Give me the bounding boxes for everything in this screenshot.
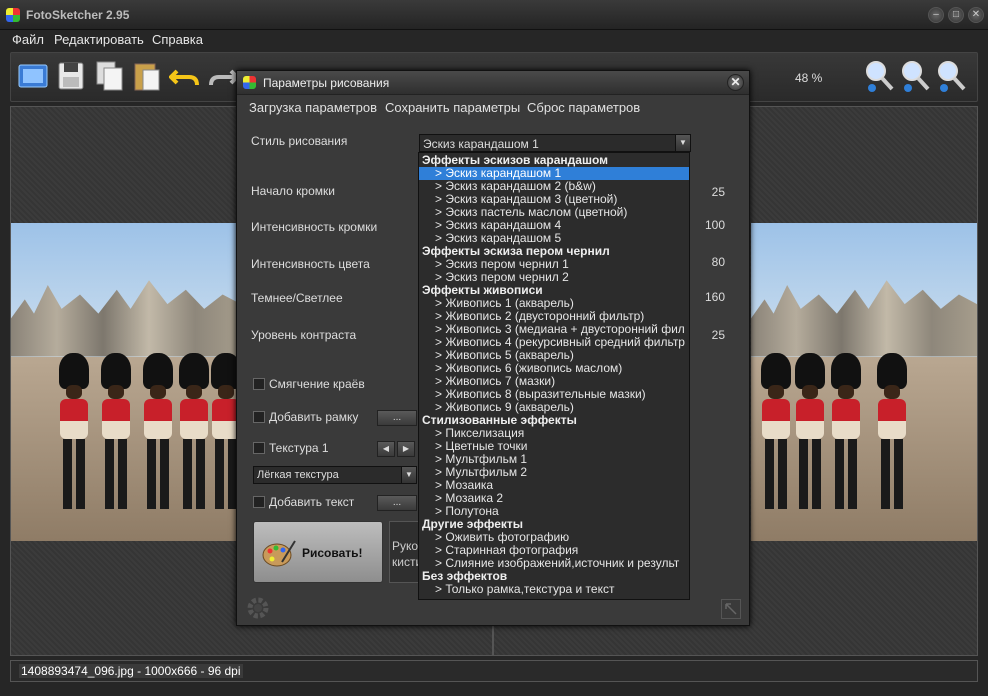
dropdown-group-header: Эффекты эскиза пером чернил	[422, 245, 610, 258]
edge-intensity-value: 100	[704, 218, 725, 232]
dropdown-option[interactable]: > Живопись 3 (медиана + двусторонний фил	[419, 323, 689, 336]
source-photo	[11, 223, 241, 541]
dropdown-group-header: Без эффектов	[422, 570, 508, 583]
dropdown-group-header: Эффекты живописи	[422, 284, 543, 297]
menu-edit[interactable]: Редактировать	[54, 32, 144, 47]
dropdown-option[interactable]: > Мозаика	[419, 479, 689, 492]
resize-icon[interactable]	[721, 599, 741, 619]
dropdown-option[interactable]: > Эскиз карандашом 4	[419, 219, 689, 232]
text-options-button[interactable]: ...	[377, 495, 417, 511]
result-photo	[751, 223, 977, 541]
darker-lighter-value: 160	[704, 290, 725, 304]
dropdown-option[interactable]: > Цветные точки	[419, 440, 689, 453]
app-title: FotoSketcher 2.95	[26, 8, 130, 22]
load-params-menu[interactable]: Загрузка параметров	[249, 100, 377, 115]
dropdown-option[interactable]: > Полутона	[419, 505, 689, 518]
palette-icon	[262, 540, 296, 567]
save-icon[interactable]	[55, 59, 87, 93]
status-bar: 1408893474_096.jpg - 1000x666 - 96 dpi	[10, 660, 978, 682]
zoom-in-icon[interactable]	[935, 59, 967, 93]
draw-button[interactable]: Рисовать!	[253, 521, 383, 583]
brush-guide-button[interactable]: Руков кисти	[389, 521, 424, 583]
minimize-button[interactable]: –	[928, 7, 944, 23]
dropdown-option[interactable]: > Эскиз карандашом 5	[419, 232, 689, 245]
texture-select[interactable]: Лёгкая текстура ▼	[253, 466, 417, 484]
dropdown-option[interactable]: > Живопись 5 (акварель)	[419, 349, 689, 362]
dialog-close-button[interactable]: ✕	[727, 74, 744, 91]
texture-select-value: Лёгкая текстура	[257, 469, 339, 481]
app-logo-icon	[6, 8, 20, 22]
open-image-icon[interactable]	[17, 59, 49, 93]
dropdown-option[interactable]: > Живопись 6 (живопись маслом)	[419, 362, 689, 375]
draw-button-label: Рисовать!	[302, 546, 363, 560]
file-info: 1408893474_096.jpg - 1000x666 - 96 dpi	[19, 664, 243, 678]
texture-next-button[interactable]: ▶	[397, 441, 415, 457]
dropdown-option[interactable]: > Живопись 9 (акварель)	[419, 401, 689, 414]
dropdown-option[interactable]: > Эскиз пером чернил 1	[419, 258, 689, 271]
maximize-button[interactable]: □	[948, 7, 964, 23]
gear-icon[interactable]	[245, 595, 271, 621]
reset-params-menu[interactable]: Сброс параметров	[527, 100, 640, 115]
dialog-logo-icon	[243, 76, 256, 89]
dropdown-option[interactable]: > Оживить фотографию	[419, 531, 689, 544]
chevron-down-icon[interactable]: ▼	[401, 467, 416, 483]
undo-icon[interactable]	[169, 59, 201, 93]
edge-start-label: Начало кромки	[251, 184, 335, 198]
dropdown-option[interactable]: > Мультфильм 2	[419, 466, 689, 479]
dropdown-option[interactable]: > Эскиз карандашом 1	[419, 167, 689, 180]
frame-options-button[interactable]: ...	[377, 410, 417, 426]
chevron-down-icon[interactable]: ▼	[675, 135, 690, 151]
zoom-level: 48 %	[795, 71, 823, 85]
dropdown-group-header: Эффекты эскизов карандашом	[422, 154, 609, 167]
zoom-out-icon[interactable]	[863, 59, 895, 93]
edge-intensity-label: Интенсивность кромки	[251, 220, 378, 234]
dropdown-option[interactable]: > Эскиз карандашом 3 (цветной)	[419, 193, 689, 206]
dropdown-option[interactable]: > Живопись 1 (акварель)	[419, 297, 689, 310]
dropdown-option[interactable]: > Только рамка,текстура и текст	[419, 583, 689, 596]
texture-prev-button[interactable]: ◀	[377, 441, 395, 457]
menu-bar: Файл Редактировать Справка	[0, 30, 988, 50]
paste-icon[interactable]	[131, 59, 163, 93]
save-params-menu[interactable]: Сохранить параметры	[385, 100, 520, 115]
dropdown-option[interactable]: > Мультфильм 1	[419, 453, 689, 466]
dropdown-group-header: Другие эффекты	[422, 518, 524, 531]
dropdown-group-header: Стилизованные эффекты	[422, 414, 577, 427]
style-select[interactable]: Эскиз карандашом 1 ▼	[419, 134, 691, 152]
edge-start-value: 25	[711, 185, 725, 199]
menu-file[interactable]: Файл	[12, 32, 44, 47]
color-intensity-value: 80	[711, 255, 725, 269]
dropdown-option[interactable]: > Эскиз пером чернил 2	[419, 271, 689, 284]
menu-help[interactable]: Справка	[152, 32, 203, 47]
color-intensity-label: Интенсивность цвета	[251, 257, 370, 271]
close-button[interactable]: ✕	[968, 7, 984, 23]
dropdown-option[interactable]: > Мозаика 2	[419, 492, 689, 505]
dropdown-option[interactable]: > Живопись 8 (выразительные мазки)	[419, 388, 689, 401]
dropdown-option[interactable]: > Слияние изображений,источник и результ	[419, 557, 689, 570]
dropdown-option[interactable]: > Эскиз пастель маслом (цветной)	[419, 206, 689, 219]
dialog-title-bar[interactable]: Параметры рисования ✕	[237, 71, 749, 95]
copy-icon[interactable]	[93, 59, 125, 93]
title-bar: FotoSketcher 2.95 – □ ✕	[0, 0, 988, 30]
dropdown-option[interactable]: > Живопись 2 (двусторонний фильтр)	[419, 310, 689, 323]
dropdown-option[interactable]: > Живопись 7 (мазки)	[419, 375, 689, 388]
darker-lighter-label: Темнее/Светлее	[251, 291, 343, 305]
dropdown-option[interactable]: > Живопись 4 (рекурсивный средний фильтр	[419, 336, 689, 349]
zoom-fit-icon[interactable]	[899, 59, 931, 93]
dialog-title: Параметры рисования	[263, 76, 390, 90]
redo-icon[interactable]	[207, 59, 239, 93]
dropdown-option[interactable]: > Пикселизация	[419, 427, 689, 440]
style-label: Стиль рисования	[251, 134, 348, 148]
style-select-value: Эскиз карандашом 1	[423, 137, 539, 151]
dropdown-option[interactable]: > Старинная фотография	[419, 544, 689, 557]
dropdown-option[interactable]: > Эскиз карандашом 2 (b&w)	[419, 180, 689, 193]
app-window: FotoSketcher 2.95 – □ ✕ Файл Редактирова…	[0, 0, 988, 696]
contrast-value: 25	[711, 328, 725, 342]
contrast-label: Уровень контраста	[251, 328, 357, 342]
style-dropdown-list[interactable]: Эффекты эскизов карандашом > Эскиз каранд…	[418, 152, 690, 600]
